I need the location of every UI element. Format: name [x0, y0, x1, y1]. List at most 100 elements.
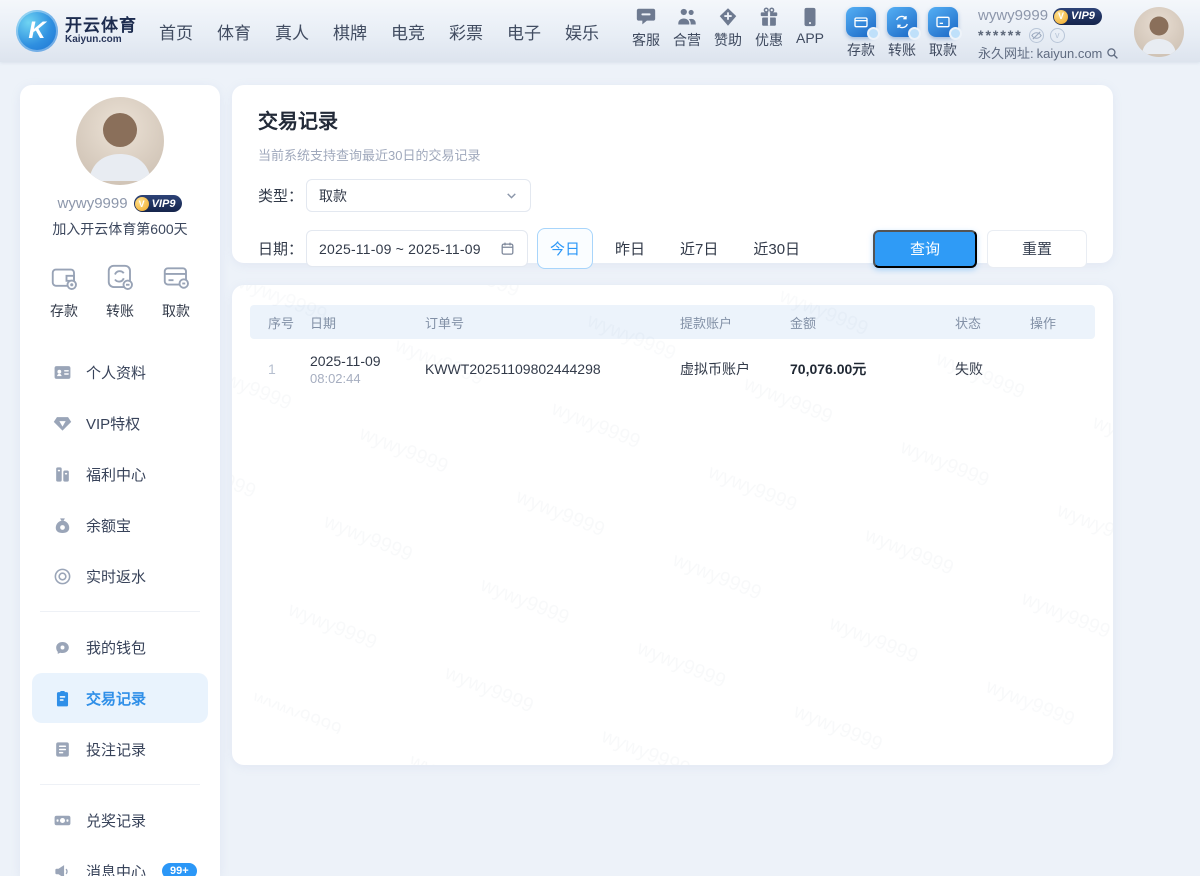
transfer-icon — [887, 7, 917, 37]
sidebar-item-prizes[interactable]: 兑奖记录 — [32, 795, 208, 845]
brand-logo[interactable]: K 开云体育 Kaiyun.com — [16, 10, 137, 52]
partnership-link[interactable]: 合营 — [667, 7, 707, 50]
sidebar-item-profile[interactable]: 个人资料 — [32, 347, 208, 397]
records-table-panel: wywy9999 wywy9999 wywy9999 wywy9999 wywy… — [232, 285, 1113, 765]
row-amount: 70,076.00元 — [790, 359, 955, 379]
withdraw-label: 取款 — [929, 40, 957, 60]
nav-item-live[interactable]: 真人 — [275, 19, 309, 44]
nav-item-esports[interactable]: 电竞 — [391, 19, 425, 44]
benefits-icon — [52, 464, 72, 484]
shortcut-yesterday[interactable]: 昨日 — [602, 228, 658, 269]
shortcut-today[interactable]: 今日 — [537, 228, 593, 269]
sidebar-item-rebate[interactable]: 实时返水 — [32, 551, 208, 601]
promo-label: 优惠 — [755, 30, 783, 50]
refresh-balance-icon[interactable]: v — [1050, 28, 1065, 43]
money-pouch-icon — [52, 515, 72, 535]
sidebar-item-transactions[interactable]: 交易记录 — [32, 673, 208, 723]
phone-icon — [800, 7, 820, 27]
deposit-icon — [846, 7, 876, 37]
sidebar-item-bets[interactable]: 投注记录 — [32, 724, 208, 774]
main-nav: 首页 体育 真人 棋牌 电竞 彩票 电子 娱乐 — [159, 19, 599, 44]
col-action: 操作 — [1030, 313, 1077, 332]
diamond-icon — [718, 7, 738, 27]
sidebar-transfer-action[interactable]: 转账 — [104, 261, 136, 321]
sidebar-menu: 个人资料 VIP特权 福利中心 余额宝 实时返水 — [20, 347, 220, 876]
transfer-link[interactable]: 转账 — [882, 7, 922, 60]
topbar: K 开云体育 Kaiyun.com 首页 体育 真人 棋牌 电竞 彩票 电子 娱… — [0, 0, 1200, 62]
shortcut-last30days[interactable]: 近30日 — [740, 228, 813, 269]
chevron-down-icon — [504, 189, 518, 203]
customer-service-link[interactable]: 客服 — [626, 7, 666, 50]
nav-item-slots[interactable]: 电子 — [507, 19, 541, 44]
table-row: 1 2025-11-09 08:02:44 KWWT20251109802444… — [250, 339, 1095, 399]
col-date: 日期 — [310, 313, 425, 332]
nav-item-cards[interactable]: 棋牌 — [333, 19, 367, 44]
col-index: 序号 — [268, 313, 310, 332]
sidebar-item-wallet[interactable]: 我的钱包 — [32, 622, 208, 672]
col-account: 提款账户 — [680, 313, 790, 332]
chat-icon — [636, 7, 656, 27]
calendar-icon — [499, 241, 515, 257]
deposit-link[interactable]: 存款 — [841, 7, 881, 60]
wallet-outline-icon — [48, 261, 80, 293]
nav-item-lottery[interactable]: 彩票 — [449, 19, 483, 44]
sidebar-withdraw-action[interactable]: 取款 — [160, 261, 192, 321]
masked-balance: ****** — [978, 27, 1023, 45]
date-range-input[interactable]: 2025-11-09 ~ 2025-11-09 — [306, 230, 528, 267]
sidebar-divider — [40, 611, 200, 612]
sidebar: wywy9999 V VIP9 加入开云体育第600天 存款 转账 取款 — [20, 85, 220, 876]
row-date: 2025-11-09 08:02:44 — [310, 353, 425, 386]
piggy-bank-icon — [52, 637, 72, 657]
sponsor-link[interactable]: 赞助 — [708, 7, 748, 50]
nav-item-sports[interactable]: 体育 — [217, 19, 251, 44]
type-label: 类型： — [258, 185, 306, 206]
app-link[interactable]: APP — [790, 7, 830, 46]
col-order-no: 订单号 — [425, 313, 680, 332]
sidebar-item-vip[interactable]: VIP特权 — [32, 398, 208, 448]
sponsor-label: 赞助 — [714, 30, 742, 50]
join-days-text: 加入开云体育第600天 — [20, 219, 220, 239]
type-select[interactable]: 取款 — [306, 179, 531, 212]
date-label: 日期： — [258, 238, 306, 259]
row-account: 虚拟币账户 — [680, 359, 790, 379]
gift-icon — [759, 7, 779, 27]
brand-name: 开云体育 — [65, 17, 137, 35]
deposit-label: 存款 — [847, 40, 875, 60]
sidebar-deposit-action[interactable]: 存款 — [48, 261, 80, 321]
promo-link[interactable]: 优惠 — [749, 7, 789, 50]
user-avatar[interactable] — [1134, 7, 1184, 57]
search-button[interactable]: 查询 — [873, 230, 977, 268]
reset-button[interactable]: 重置 — [987, 230, 1087, 268]
partnership-label: 合营 — [673, 30, 701, 50]
sidebar-item-yuebao[interactable]: 余额宝 — [32, 500, 208, 550]
sidebar-item-messages[interactable]: 消息中心 99+ — [32, 846, 208, 876]
withdraw-icon — [928, 7, 958, 37]
shortcut-last7days[interactable]: 近7日 — [667, 228, 731, 269]
brand-domain: Kaiyun.com — [65, 35, 137, 46]
site-url: kaiyun.com — [1037, 46, 1103, 62]
sidebar-avatar[interactable] — [76, 97, 164, 185]
site-label: 永久网址: — [978, 46, 1034, 62]
vip-badge: V VIP9 — [1053, 8, 1102, 25]
megaphone-icon — [52, 861, 72, 876]
transactions-icon — [52, 688, 72, 708]
people-icon — [677, 7, 697, 27]
sidebar-item-benefits[interactable]: 福利中心 — [32, 449, 208, 499]
sidebar-divider — [40, 784, 200, 785]
vip-emblem-icon: V — [1054, 10, 1068, 24]
row-status: 失败 — [955, 359, 1030, 379]
withdraw-link[interactable]: 取款 — [923, 7, 963, 60]
app-label: APP — [796, 30, 824, 46]
nav-item-home[interactable]: 首页 — [159, 19, 193, 44]
nav-item-entertainment[interactable]: 娱乐 — [565, 19, 599, 44]
username: wywy9999 — [978, 7, 1048, 26]
sidebar-quick-actions: 存款 转账 取款 — [20, 261, 220, 321]
rebate-icon — [52, 566, 72, 586]
transfer-outline-icon — [104, 261, 136, 293]
vip-diamond-icon — [52, 413, 72, 433]
row-order-no: KWWT20251109802444298 — [425, 361, 680, 377]
magnifier-icon[interactable] — [1105, 47, 1119, 61]
eye-off-icon[interactable] — [1029, 28, 1044, 43]
row-index: 1 — [268, 361, 310, 377]
bet-record-icon — [52, 739, 72, 759]
